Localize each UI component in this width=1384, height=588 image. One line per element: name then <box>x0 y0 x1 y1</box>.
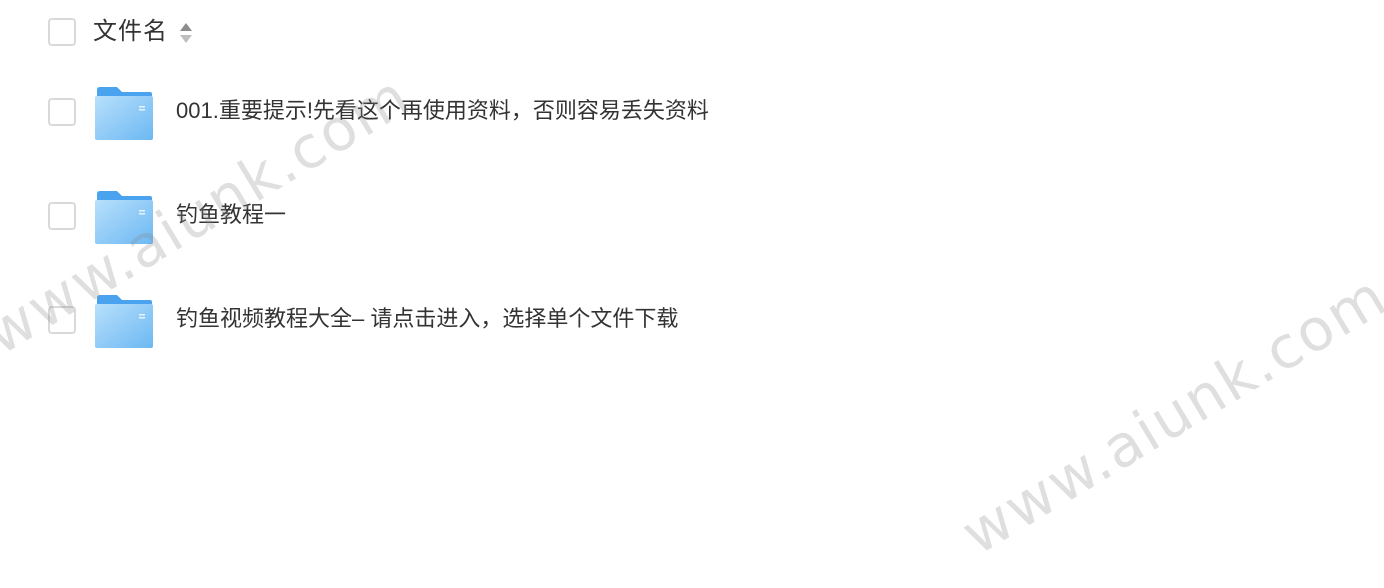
list-item[interactable]: 001.重要提示!先看这个再使用资料，否则容易丢失资料 <box>0 86 1384 156</box>
list-item[interactable]: 钓鱼教程一 <box>0 190 1384 260</box>
row-checkbox[interactable] <box>48 98 76 126</box>
file-name[interactable]: 钓鱼视频教程大全– 请点击进入，选择单个文件下载 <box>176 302 678 336</box>
column-header-filename[interactable]: 文件名 <box>93 14 168 50</box>
file-list-view: 文件名 001.重要提示!先看这个再使用资料，否则容易丢失资料 钓鱼教程一 钓鱼… <box>0 0 1384 588</box>
sort-icon[interactable] <box>179 21 193 45</box>
row-checkbox[interactable] <box>48 202 76 230</box>
select-all-checkbox[interactable] <box>48 18 76 46</box>
folder-icon <box>95 191 153 244</box>
row-checkbox[interactable] <box>48 306 76 334</box>
file-name[interactable]: 钓鱼教程一 <box>176 198 286 232</box>
folder-icon <box>95 295 153 348</box>
file-name[interactable]: 001.重要提示!先看这个再使用资料，否则容易丢失资料 <box>176 94 709 128</box>
folder-icon <box>95 87 153 140</box>
list-item[interactable]: 钓鱼视频教程大全– 请点击进入，选择单个文件下载 <box>0 294 1384 364</box>
